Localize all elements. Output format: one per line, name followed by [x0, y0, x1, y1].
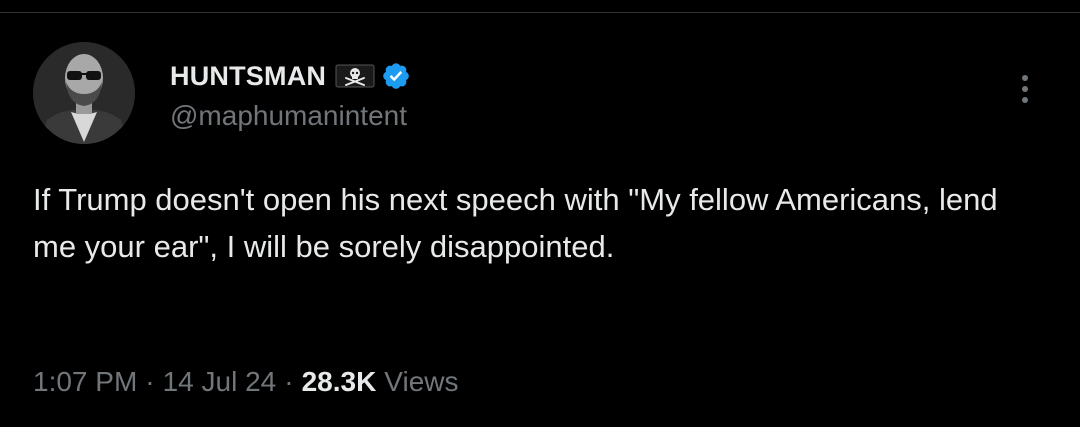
- more-icon-dot: [1022, 97, 1028, 103]
- views-count[interactable]: 28.3K: [302, 366, 377, 398]
- author-name-row: HUNTSMAN: [170, 58, 411, 94]
- avatar-image: [33, 42, 135, 144]
- avatar[interactable]: [33, 42, 135, 144]
- pirate-flag-icon: [335, 63, 375, 89]
- more-vertical-icon: [1022, 75, 1028, 81]
- tweet-card: HUNTSMAN @maphumanintent If Trump doesn'…: [0, 0, 1080, 427]
- author-handle[interactable]: @maphumanintent: [170, 100, 407, 132]
- meta-separator: ·: [284, 366, 294, 397]
- display-name[interactable]: HUNTSMAN: [170, 61, 326, 92]
- tweet-date[interactable]: 14 Jul 24: [163, 366, 277, 398]
- tweet-text: If Trump doesn't open his next speech wi…: [33, 182, 1007, 264]
- more-options-button[interactable]: [1008, 66, 1042, 112]
- verified-badge-icon: [381, 61, 411, 91]
- views-label[interactable]: Views: [384, 366, 458, 398]
- tweet-meta: 1:07 PM · 14 Jul 24 · 28.3K Views: [33, 362, 458, 402]
- more-icon-dot: [1022, 86, 1028, 92]
- meta-separator: ·: [145, 366, 155, 397]
- tweet-time[interactable]: 1:07 PM: [33, 366, 137, 398]
